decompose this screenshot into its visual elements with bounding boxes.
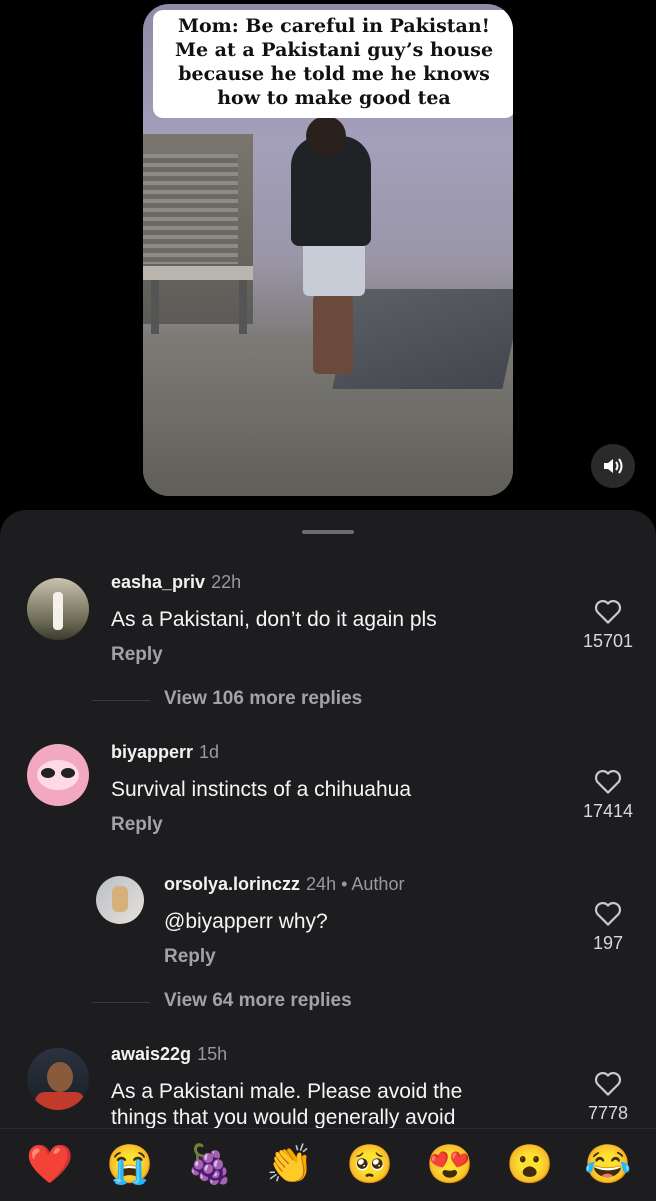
caption-line: Mom: Be careful in Pakistan! bbox=[177, 15, 491, 37]
like-button[interactable]: 7778 bbox=[578, 1070, 638, 1124]
video-scene-table bbox=[143, 266, 253, 280]
pleading-face-emoji[interactable]: 🥺 bbox=[346, 1143, 393, 1187]
video-player[interactable]: Mom: Be careful in Pakistan! Me at a Pak… bbox=[143, 4, 513, 496]
avatar-figure bbox=[112, 886, 128, 912]
caption-line: Me at a Pakistani guy’s house bbox=[174, 39, 494, 61]
avatar[interactable] bbox=[27, 578, 89, 640]
heart-icon bbox=[594, 599, 622, 624]
avatar[interactable] bbox=[27, 744, 89, 806]
avatar[interactable] bbox=[96, 876, 144, 924]
comment-text-line: As a Pakistani male. Please avoid the bbox=[111, 1080, 463, 1103]
caption-line: how to make good tea bbox=[217, 87, 451, 109]
grapes-emoji[interactable]: 🍇 bbox=[186, 1143, 233, 1187]
username-text[interactable]: awais22g bbox=[111, 1044, 191, 1064]
author-tag: • Author bbox=[341, 874, 405, 894]
comments-sheet: easha_priv 22h As a Pakistani, don’t do i… bbox=[0, 510, 656, 1200]
reply-button[interactable]: Reply bbox=[111, 814, 163, 836]
comment-username[interactable]: awais22g 15h bbox=[111, 1044, 227, 1065]
divider bbox=[92, 700, 150, 701]
video-scene-grill bbox=[143, 154, 238, 264]
heart-icon bbox=[594, 901, 622, 926]
like-button[interactable]: 17414 bbox=[578, 768, 638, 822]
avatar[interactable] bbox=[27, 1048, 89, 1110]
video-scene-person-legs bbox=[313, 294, 353, 374]
comment-username[interactable]: orsolya.lorinczz 24h • Author bbox=[164, 874, 404, 895]
comment-body: why? bbox=[272, 910, 328, 933]
emoji-reaction-bar: ❤️ 😭 🍇 👏 🥺 😍 😮 😂 bbox=[0, 1128, 656, 1201]
comment-text: @biyapperr why? bbox=[164, 910, 328, 934]
avatar-shirt bbox=[35, 1092, 85, 1110]
username-text[interactable]: orsolya.lorinczz bbox=[164, 874, 300, 894]
sound-button[interactable] bbox=[591, 444, 635, 488]
like-button[interactable]: 15701 bbox=[578, 598, 638, 652]
video-scene-bed bbox=[332, 289, 513, 389]
drag-handle[interactable] bbox=[302, 530, 354, 534]
comment-time: 22h bbox=[211, 572, 242, 592]
like-count: 197 bbox=[592, 933, 624, 953]
divider bbox=[92, 1002, 150, 1003]
comment-time: 24h bbox=[306, 874, 337, 894]
comment-time: 15h bbox=[197, 1044, 228, 1064]
like-count: 17414 bbox=[582, 801, 634, 821]
avatar-eye bbox=[41, 768, 55, 778]
view-more-replies[interactable]: View 64 more replies bbox=[164, 990, 352, 1012]
avatar-figure bbox=[53, 592, 63, 630]
view-more-replies[interactable]: View 106 more replies bbox=[164, 688, 362, 710]
heart-icon bbox=[594, 1071, 622, 1096]
avatar-face bbox=[47, 1062, 73, 1092]
comment-text-line: things that you would generally avoid bbox=[111, 1106, 456, 1129]
red-heart-emoji[interactable]: ❤️ bbox=[26, 1143, 73, 1187]
mention-link[interactable]: @biyapperr bbox=[164, 910, 273, 933]
reply-button[interactable]: Reply bbox=[111, 644, 163, 666]
like-button[interactable]: 197 bbox=[578, 900, 638, 954]
caption-line: because he told me he knows bbox=[178, 63, 490, 85]
video-caption: Mom: Be careful in Pakistan! Me at a Pak… bbox=[153, 10, 513, 118]
comment-text: As a Pakistani, don’t do it again pls bbox=[111, 608, 437, 631]
video-area: Mom: Be careful in Pakistan! Me at a Pak… bbox=[0, 0, 656, 520]
video-scene-person-head bbox=[306, 116, 346, 156]
speaker-icon bbox=[604, 458, 623, 474]
heart-icon bbox=[594, 769, 622, 794]
comment-username[interactable]: easha_priv 22h bbox=[111, 572, 241, 593]
tears-of-joy-emoji[interactable]: 😂 bbox=[584, 1143, 631, 1187]
comment-text: Survival instincts of a chihuahua bbox=[111, 778, 411, 801]
reply-button[interactable]: Reply bbox=[164, 946, 216, 968]
username-text[interactable]: easha_priv bbox=[111, 572, 205, 592]
like-count: 15701 bbox=[582, 631, 634, 651]
heart-eyes-emoji[interactable]: 😍 bbox=[426, 1143, 473, 1187]
surprised-face-emoji[interactable]: 😮 bbox=[506, 1143, 553, 1187]
comment-username[interactable]: biyapperr 1d bbox=[111, 742, 219, 763]
clapping-hands-emoji[interactable]: 👏 bbox=[266, 1143, 313, 1187]
like-count: 7778 bbox=[587, 1103, 629, 1123]
avatar-eye bbox=[61, 768, 75, 778]
loudly-crying-emoji[interactable]: 😭 bbox=[106, 1143, 153, 1187]
username-text[interactable]: biyapperr bbox=[111, 742, 193, 762]
comment-time: 1d bbox=[199, 742, 220, 762]
